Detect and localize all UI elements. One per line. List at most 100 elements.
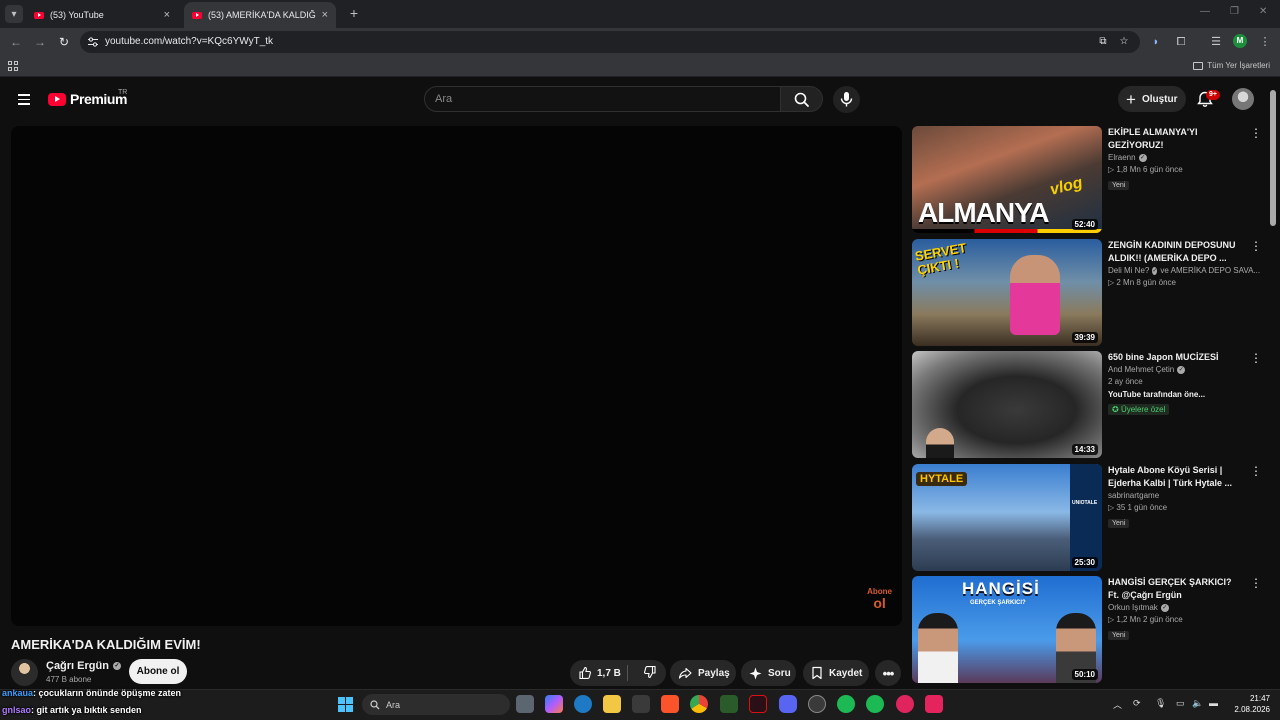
volume-icon[interactable]: 🔈 xyxy=(1192,698,1203,709)
video-title[interactable]: HANGİSİ GERÇEK ŞARKICI? Ft. @Çağrı Ergün xyxy=(1108,576,1238,602)
discord-icon[interactable] xyxy=(779,695,797,713)
bookmark-save-icon xyxy=(812,666,822,680)
new-tab-button[interactable]: + xyxy=(346,5,362,21)
video-thumbnail[interactable]: 14:33 xyxy=(912,351,1102,458)
close-tab-icon[interactable]: × xyxy=(322,9,328,21)
browser-menu-icon[interactable]: ⋮ xyxy=(1258,35,1272,49)
video-thumbnail[interactable]: vlog ALMANYA 52:40 xyxy=(912,126,1102,233)
recommended-video[interactable]: vlog ALMANYA 52:40 EKİPLE ALMANYA'YI GEZ… xyxy=(912,126,1267,234)
subscribe-button[interactable]: Abone ol xyxy=(129,659,187,684)
network-icon[interactable]: ▭ xyxy=(1176,698,1185,709)
obs-icon[interactable] xyxy=(808,695,826,713)
like-count: 1,7 B xyxy=(597,667,621,679)
video-channel[interactable]: Deli Mi Ne? ✓ ve AMERİKA DEPO SAVA... xyxy=(1108,266,1260,275)
youtube-logo[interactable]: Premium xyxy=(48,91,128,107)
recommended-video[interactable]: 14:33 650 bine Japon MUCİZESİ And Mehmet… xyxy=(912,351,1267,459)
restore-window-icon[interactable]: ❐ xyxy=(1230,6,1239,17)
video-title[interactable]: EKİPLE ALMANYA'YI GEZİYORUZ! xyxy=(1108,126,1238,152)
dislike-button[interactable] xyxy=(634,665,657,682)
tray-sync-icon[interactable]: ⟳ xyxy=(1133,698,1141,709)
search-button[interactable] xyxy=(781,86,823,112)
channel-avatar[interactable] xyxy=(11,659,38,686)
forward-arrow-icon[interactable]: → xyxy=(33,35,47,49)
share-button[interactable]: Paylaş xyxy=(670,660,736,686)
video-thumbnail[interactable]: HYTALE UNIOTALE 25:30 xyxy=(912,464,1102,571)
channel-name-link[interactable]: Çağrı Ergün ✓ xyxy=(46,660,121,672)
close-tab-icon[interactable]: × xyxy=(164,9,170,21)
video-title[interactable]: ZENGİN KADININ DEPOSUNU ALDIK!! (AMERİKA… xyxy=(1108,239,1238,265)
reload-icon[interactable]: ↻ xyxy=(57,35,71,49)
browser-tab-active[interactable]: (53) AMERİKA'DA KALDIĞIM EV × xyxy=(184,2,336,28)
video-channel[interactable]: Elraenn ✓ xyxy=(1108,153,1238,162)
video-title[interactable]: 650 bine Japon MUCİZESİ xyxy=(1108,351,1238,364)
address-bar[interactable]: youtube.com/watch?v=KQc6YWyT_tk ⧉ ☆ xyxy=(80,31,1140,53)
page-scrollbar[interactable] xyxy=(1270,90,1276,226)
app-icon[interactable] xyxy=(720,695,738,713)
video-menu-icon[interactable]: ⋮ xyxy=(1250,127,1262,139)
video-title[interactable]: Hytale Abone Köyü Serisi | Ejderha Kalbi… xyxy=(1108,464,1238,490)
app-icon[interactable] xyxy=(896,695,914,713)
video-meta: 650 bine Japon MUCİZESİ And Mehmet Çetin… xyxy=(1108,351,1238,417)
create-button[interactable]: + Oluştur xyxy=(1118,86,1186,112)
app-icon[interactable] xyxy=(925,695,943,713)
chrome-icon[interactable] xyxy=(690,695,708,713)
all-bookmarks-button[interactable]: Tüm Yer İşaretleri xyxy=(1193,61,1270,70)
voice-search-button[interactable] xyxy=(833,86,860,113)
edge-icon[interactable] xyxy=(574,695,592,713)
windows-start-icon[interactable] xyxy=(338,697,353,712)
apps-grid-icon[interactable] xyxy=(8,61,18,71)
video-menu-icon[interactable]: ⋮ xyxy=(1250,240,1262,252)
watermark-bottom-text: ol xyxy=(873,595,886,611)
task-view-icon[interactable] xyxy=(516,695,534,713)
spotify-icon[interactable] xyxy=(866,695,884,713)
video-duration: 52:40 xyxy=(1071,219,1098,230)
guide-menu-icon[interactable] xyxy=(18,94,30,105)
video-thumbnail[interactable]: SERVET ÇIKTI ! 39:39 xyxy=(912,239,1102,346)
ask-button[interactable]: Soru xyxy=(741,660,796,686)
recommended-video[interactable]: SERVET ÇIKTI ! 39:39 ZENGİN KADININ DEPO… xyxy=(912,239,1267,347)
search-input[interactable] xyxy=(425,87,780,111)
file-explorer-icon[interactable] xyxy=(603,695,621,713)
video-channel[interactable]: Orkun Işıtmak ✓ xyxy=(1108,603,1238,612)
account-avatar[interactable] xyxy=(1232,88,1254,110)
channel-name: Çağrı Ergün xyxy=(46,660,109,672)
browser-tab[interactable]: (53) YouTube × xyxy=(26,2,178,28)
reading-list-icon[interactable]: ☰ xyxy=(1209,35,1223,49)
like-button[interactable]: 1,7 B xyxy=(570,665,628,681)
save-button[interactable]: Kaydet xyxy=(803,660,869,686)
taskbar-search[interactable]: Ara xyxy=(362,694,510,715)
system-clock[interactable]: 21:47 2.08.2026 xyxy=(1232,693,1270,715)
browser-tab-bar: ▾ (53) YouTube × (53) AMERİKA'DA KALDIĞI… xyxy=(0,0,1280,28)
close-window-icon[interactable]: ✕ xyxy=(1259,6,1267,17)
recommended-video[interactable]: HYTALE UNIOTALE 25:30 Hytale Abone Köyü … xyxy=(912,464,1267,572)
subscribe-watermark[interactable]: Abone ol xyxy=(867,588,892,611)
brave-icon[interactable] xyxy=(661,695,679,713)
spotify-icon[interactable] xyxy=(837,695,855,713)
battery-icon[interactable]: ▬ xyxy=(1209,698,1218,708)
tray-microphone-icon[interactable]: 🎙 xyxy=(1155,698,1166,709)
video-menu-icon[interactable]: ⋮ xyxy=(1250,352,1262,364)
video-menu-icon[interactable]: ⋮ xyxy=(1250,577,1262,589)
browser-profile-avatar[interactable]: M xyxy=(1233,34,1247,48)
video-player[interactable]: Abone ol xyxy=(11,126,902,626)
minimize-window-icon[interactable]: — xyxy=(1200,6,1210,17)
app-icon[interactable] xyxy=(749,695,767,713)
thumbnail-text: UNIOTALE xyxy=(1072,500,1098,506)
bookmark-star-icon[interactable]: ☆ xyxy=(1118,36,1130,48)
install-app-icon[interactable]: ⧉ xyxy=(1097,36,1109,48)
recommended-video[interactable]: HANGİSİ GERÇEK ŞARKICI? 50:10 HANGİSİ GE… xyxy=(912,576,1267,684)
site-settings-icon[interactable] xyxy=(87,36,99,48)
microsoft-store-icon[interactable] xyxy=(632,695,650,713)
back-arrow-icon[interactable]: ← xyxy=(9,35,23,49)
video-channel[interactable]: And Mehmet Çetin ✓ xyxy=(1108,365,1238,374)
video-channel[interactable]: sabrinartgame xyxy=(1108,491,1238,500)
video-thumbnail[interactable]: HANGİSİ GERÇEK ŞARKICI? 50:10 xyxy=(912,576,1102,683)
tab-search-dropdown-icon[interactable]: ▾ xyxy=(5,5,23,23)
show-hidden-icons-chevron-icon[interactable]: ︿ xyxy=(1113,698,1122,711)
copilot-icon[interactable] xyxy=(545,695,563,713)
more-actions-icon[interactable]: ••• xyxy=(875,660,901,686)
extensions-puzzle-icon[interactable]: ⧠ xyxy=(1174,35,1188,49)
extension-icon[interactable]: ◗ xyxy=(1149,35,1163,49)
chat-message: ankaua: çocukların önünde öpüşme zaten xyxy=(2,688,181,698)
video-menu-icon[interactable]: ⋮ xyxy=(1250,465,1262,477)
